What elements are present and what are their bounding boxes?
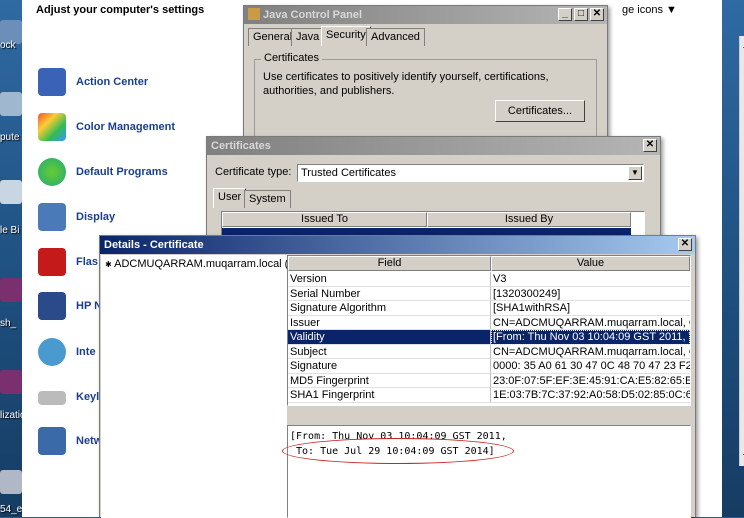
desktop-label: le Bi <box>0 225 20 236</box>
field-name: Validity <box>288 330 491 345</box>
window-title: Details - Certificate <box>104 239 204 251</box>
field-name: Issuer <box>288 315 491 330</box>
field-value: [1320300249] <box>491 287 690 301</box>
table-row[interactable]: IssuerCN=ADCMUQARRAM.muqarram.local, OU=… <box>288 315 690 330</box>
close-icon[interactable]: ✕ <box>678 238 692 251</box>
field-name: Subject <box>288 344 491 359</box>
cp-item-label: Color Management <box>76 121 176 133</box>
certificates-dialog: Certificates ✕ Certificate type: Trusted… <box>206 136 661 246</box>
flag-icon <box>38 68 66 96</box>
winrar-icon[interactable] <box>0 278 22 302</box>
java-control-panel-window: Java Control Panel _ □ ✕ General Java Se… <box>243 5 608 140</box>
table-row[interactable]: Version V3 <box>288 272 690 287</box>
field-name: Signature <box>288 359 491 374</box>
table-row[interactable]: Serial Number [1320300249] <box>288 286 690 301</box>
view-by-label: ge icons <box>622 4 663 16</box>
certificate-type-label: Certificate type: <box>215 166 292 178</box>
field-name: Version <box>288 272 491 287</box>
tab-security[interactable]: Security <box>321 26 371 46</box>
computer-icon[interactable] <box>0 92 22 116</box>
detail-textarea[interactable]: [From: Thu Nov 03 10:04:09 GST 2011, To:… <box>282 425 691 518</box>
tree-item[interactable]: ✱ ADCMUQARRAM.muqarram.local (AD <box>105 258 304 270</box>
network-icon <box>38 427 66 455</box>
cp-item-label: Action Center <box>76 76 149 88</box>
tab-java[interactable]: Java <box>291 28 325 46</box>
cp-item-label: Keyl <box>76 391 100 403</box>
field-name: Signature Algorithm <box>288 301 491 316</box>
certificates-description: Use certificates to positively identify … <box>263 71 549 97</box>
column-value[interactable]: Value <box>491 256 690 271</box>
chevron-down-icon: ▼ <box>666 4 677 16</box>
chevron-down-icon[interactable]: ▼ <box>628 166 642 180</box>
field-name: SHA1 Fingerprint <box>288 388 491 403</box>
field-value: CN=ADCMUQARRAM.muqarram.local, OU=... <box>491 345 690 359</box>
certificate-tree[interactable]: ✱ ADCMUQARRAM.muqarram.local (AD <box>101 255 304 518</box>
page-title: Adjust your computer's settings <box>36 4 205 16</box>
field-value: [SHA1withRSA] <box>491 301 690 316</box>
display-icon <box>38 203 66 231</box>
field-value: 0000: 35 A0 61 30 47 0C 48 70 47 23 F2 3… <box>491 360 690 374</box>
certificates-titlebar[interactable]: Certificates <box>207 137 660 155</box>
recycle-bin-icon[interactable] <box>0 180 22 204</box>
view-by-dropdown[interactable]: ge icons ▼ <box>622 4 677 16</box>
tab-user[interactable]: User <box>213 188 247 208</box>
cp-item-label: Flas <box>76 256 99 268</box>
internet-options-icon <box>38 338 66 366</box>
groupbox-label: Certificates <box>261 52 323 64</box>
close-icon[interactable]: ✕ <box>590 8 604 21</box>
table-row[interactable]: Signature Algorithm [SHA1withRSA] <box>288 301 690 316</box>
java-panel-titlebar[interactable]: Java Control Panel <box>244 6 607 24</box>
column-issued-by[interactable]: Issued By <box>427 212 631 227</box>
hp-icon <box>38 292 66 320</box>
cp-item-label: Default Programs <box>76 166 168 178</box>
details-titlebar[interactable]: Details - Certificate <box>100 236 695 254</box>
desktop-label: ock <box>0 40 16 51</box>
tab-advanced[interactable]: Advanced <box>366 28 425 46</box>
desktop-label: pute <box>0 132 20 143</box>
column-issued-to[interactable]: Issued To <box>222 212 427 227</box>
table-row[interactable]: Signature 0000: 35 A0 61 30 47 0C 48 70 4… <box>288 359 690 374</box>
certificate-type-value: Trusted Certificates <box>301 167 396 179</box>
field-value: V3 <box>491 272 690 287</box>
table-row[interactable]: SHA1 Fingerprint 1E:03:7B:7C:37:92:A0:58:… <box>288 388 690 403</box>
table-row[interactable]: SubjectCN=ADCMUQARRAM.muqarram.local, OU… <box>288 344 690 359</box>
disc-icon[interactable] <box>0 470 22 494</box>
window-title: Java Control Panel <box>263 9 363 21</box>
window-title: Certificates <box>211 140 271 152</box>
certificates-button[interactable]: Certificates... <box>495 100 585 122</box>
coffee-cup-icon <box>248 8 260 20</box>
tree-node-icon: ✱ <box>105 260 112 269</box>
tab-general[interactable]: General <box>248 28 298 46</box>
tab-system[interactable]: System <box>244 190 291 208</box>
annotation-ellipse <box>282 438 514 464</box>
tree-item-label: ADCMUQARRAM.muqarram.local (AD <box>114 258 304 270</box>
minimize-icon[interactable]: _ <box>558 8 572 21</box>
field-value: [From: Thu Nov 03 10:04:09 GST 2011, To:… <box>491 330 690 345</box>
cp-item-label: Inte <box>76 346 96 358</box>
field-name: MD5 Fingerprint <box>288 373 491 388</box>
maximize-icon[interactable]: □ <box>574 8 588 21</box>
table-row[interactable]: Validity [From: Thu Nov 03 10:04:09 GST 2… <box>288 330 690 345</box>
default-programs-icon <box>38 158 66 186</box>
field-value: 23:0F:07:5F:EF:3E:45:91:CA:E5:82:65:E9:.… <box>491 374 690 388</box>
column-field[interactable]: Field <box>288 256 491 271</box>
table-row[interactable]: MD5 Fingerprint 23:0F:07:5F:EF:3E:45:91:C… <box>288 373 690 388</box>
details-certificate-dialog: Details - Certificate ✕ ✱ ADCMUQARRAM.mu… <box>99 235 696 518</box>
field-name: Serial Number <box>288 286 491 301</box>
flash-icon <box>38 248 66 276</box>
close-icon[interactable]: ✕ <box>643 139 657 152</box>
keyboard-icon <box>38 391 66 405</box>
fields-table[interactable]: Field Value Version V3 Serial Number [13203… <box>287 255 691 406</box>
cp-item-label: Display <box>76 211 116 223</box>
field-value: CN=ADCMUQARRAM.muqarram.local, OU=... <box>491 316 690 330</box>
color-management-icon <box>38 113 66 141</box>
certificate-type-select[interactable]: Trusted Certificates ▼ <box>297 164 644 182</box>
cp-item-action-center[interactable]: Action Center <box>36 68 236 100</box>
vertical-scrollbar[interactable] <box>739 36 744 466</box>
desktop-label: sh_ <box>0 318 17 329</box>
winrar-icon[interactable] <box>0 370 22 394</box>
field-value: 1E:03:7B:7C:37:92:A0:58:D5:02:85:0C:6C..… <box>491 389 690 403</box>
